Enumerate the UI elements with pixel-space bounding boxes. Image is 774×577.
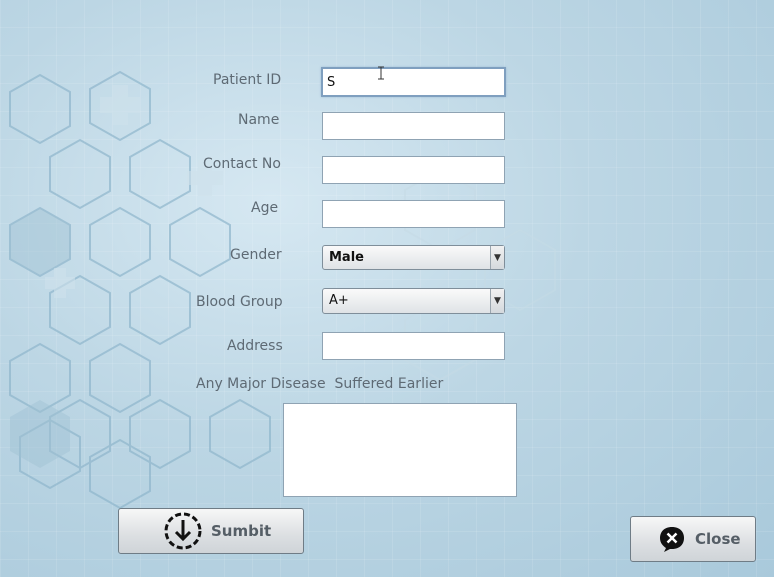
submit-button-label: Sumbit — [211, 522, 272, 540]
patient-id-input[interactable] — [321, 67, 506, 97]
address-label: Address — [227, 338, 283, 354]
download-circle-icon — [164, 512, 202, 550]
submit-button[interactable]: Sumbit — [118, 508, 304, 554]
name-input[interactable] — [322, 112, 505, 140]
close-button-label: Close — [695, 530, 741, 548]
gender-select[interactable]: Male ▼ — [322, 245, 505, 270]
contact-no-label: Contact No — [203, 156, 281, 172]
blood-group-select[interactable]: A+ ▼ — [322, 288, 505, 314]
address-input[interactable] — [322, 332, 505, 360]
name-label: Name — [238, 112, 280, 128]
text-cursor-icon — [378, 66, 384, 80]
blood-group-selected-value: A+ — [329, 293, 349, 308]
close-button[interactable]: Close — [630, 516, 756, 562]
major-disease-label: Any Major Disease Suffered Earlier — [196, 376, 444, 392]
age-input[interactable] — [322, 200, 505, 228]
chevron-down-icon[interactable]: ▼ — [490, 246, 504, 269]
age-label: Age — [251, 200, 279, 216]
major-disease-textarea[interactable] — [283, 403, 517, 497]
close-icon — [660, 527, 684, 552]
gender-selected-value: Male — [329, 250, 364, 265]
patient-id-label: Patient ID — [213, 72, 282, 88]
blood-group-label: Blood Group — [196, 294, 283, 310]
chevron-down-icon[interactable]: ▼ — [490, 289, 504, 313]
contact-no-input[interactable] — [322, 156, 505, 184]
gender-label: Gender — [230, 247, 282, 263]
